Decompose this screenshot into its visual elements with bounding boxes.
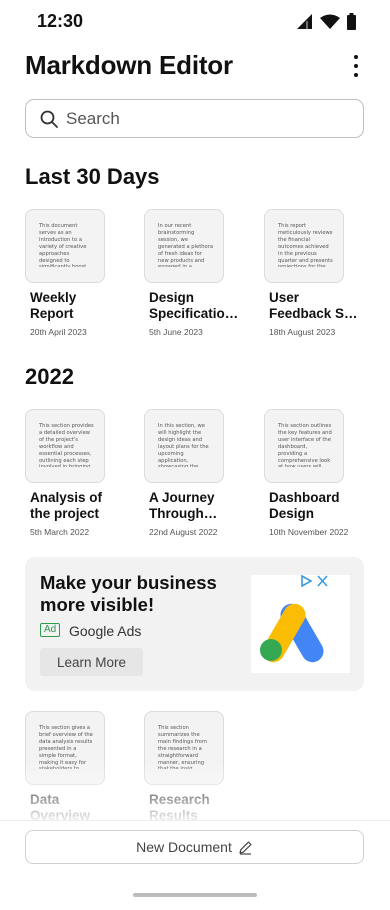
status-bar: 12:30 [0, 0, 390, 42]
document-thumbnail: This section summarizes the main finding… [144, 711, 224, 785]
document-thumbnail: In our recent brainstorming session, we … [144, 209, 224, 283]
document-thumbnail: This section provides a detailed overvie… [25, 409, 105, 483]
wifi-icon [320, 14, 340, 29]
section-title-2022: 2022 [25, 364, 74, 389]
document-title: Design Specificatio… [149, 290, 239, 321]
adchoices-icon[interactable] [301, 575, 312, 587]
new-document-button[interactable]: New Document [25, 830, 364, 864]
battery-icon [347, 13, 356, 30]
status-time: 12:30 [37, 11, 84, 31]
ad-badge: Ad [40, 623, 61, 637]
document-thumbnail: This report meticulously reviews the fin… [264, 209, 344, 283]
document-date: 22nd August 2022 [149, 527, 218, 537]
document-title: A Journey Through the… [149, 490, 215, 521]
ad-headline: Make your business more visible! [40, 572, 217, 615]
ad-choices[interactable] [301, 575, 328, 587]
document-thumbnail: This section outlines the key features a… [264, 409, 344, 483]
document-date: 10th November 2022 [269, 527, 349, 537]
document-date: 18th August 2023 [269, 327, 336, 337]
more-options-button[interactable] [350, 55, 362, 77]
document-card[interactable]: This report meticulously reviews the fin… [264, 209, 364, 337]
new-document-label: New Document [136, 839, 232, 855]
document-date: 5th June 2023 [149, 327, 203, 337]
search-icon [40, 110, 58, 128]
page-title: Markdown Editor [25, 50, 233, 80]
document-title: Weekly Report [30, 290, 77, 321]
ad-brand: Google Ads [69, 623, 142, 639]
document-title: User Feedback S… [269, 290, 358, 321]
document-thumbnail: In this section, we will highlight the d… [144, 409, 224, 483]
ad-banner[interactable]: Make your business more visible! Ad Goog… [25, 557, 364, 691]
signal-icon [297, 14, 312, 29]
close-icon[interactable] [317, 575, 328, 587]
document-title: Analysis of the project [30, 490, 103, 521]
document-card[interactable]: This section summarizes the main finding… [144, 711, 244, 824]
document-thumbnail: This section gives a brief overview of t… [25, 711, 105, 785]
pencil-icon [239, 841, 252, 855]
document-date: 5th March 2022 [30, 527, 90, 537]
document-card[interactable]: This section gives a brief overview of t… [25, 711, 125, 824]
document-card[interactable]: This section outlines the key features a… [264, 409, 364, 537]
learn-more-button[interactable]: Learn More [40, 648, 143, 676]
section-title-last-30-days: Last 30 Days [25, 164, 160, 189]
google-ads-logo [251, 575, 350, 673]
home-indicator[interactable] [133, 893, 257, 897]
document-title: Dashboard Design [269, 490, 340, 521]
search-input[interactable] [66, 108, 346, 129]
document-thumbnail: This document serves as an introduction … [25, 209, 105, 283]
search-bar[interactable] [25, 99, 364, 138]
document-card[interactable]: This section provides a detailed overvie… [25, 409, 125, 537]
document-card[interactable]: This document serves as an introduction … [25, 209, 125, 337]
document-card[interactable]: In this section, we will highlight the d… [144, 409, 244, 537]
more-vert-icon [354, 55, 358, 59]
document-card[interactable]: In our recent brainstorming session, we … [144, 209, 244, 337]
document-date: 20th April 2023 [30, 327, 87, 337]
status-icons [297, 13, 356, 30]
